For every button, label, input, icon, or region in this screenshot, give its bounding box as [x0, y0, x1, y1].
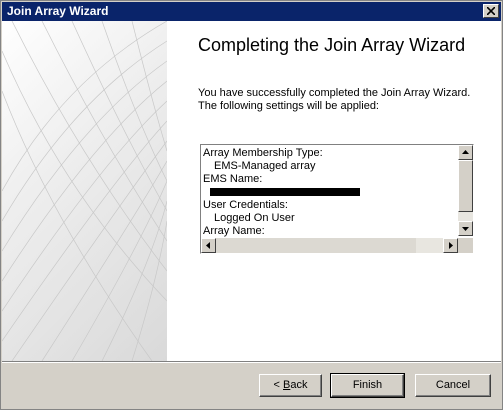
- finish-button-label: Finish: [352, 379, 383, 391]
- back-button[interactable]: < Back: [259, 374, 322, 397]
- credentials-label: User Credentials:: [203, 199, 288, 211]
- scroll-up-button[interactable]: [458, 145, 473, 160]
- ems-label: EMS Name:: [203, 173, 263, 185]
- array-name-label: Array Name:: [203, 225, 265, 237]
- arrow-right-icon: [449, 242, 453, 249]
- arrow-up-icon: [462, 150, 469, 154]
- wizard-window: Join Array Wizard Completing the Join Ar…: [0, 0, 503, 410]
- close-button[interactable]: [483, 4, 499, 18]
- horizontal-scrollbar[interactable]: [201, 238, 458, 253]
- intro-text: You have successfully completed the Join…: [198, 87, 471, 112]
- ems-value-redacted: [210, 188, 360, 197]
- button-bar-divider: [2, 361, 501, 363]
- page-title: Completing the Join Array Wizard: [198, 35, 466, 55]
- title-bar[interactable]: Join Array Wizard: [2, 2, 501, 21]
- membership-value: EMS-Managed array: [214, 160, 316, 172]
- credentials-value: Logged On User: [214, 212, 295, 224]
- wizard-content: Completing the Join Array Wizard You hav…: [2, 21, 501, 361]
- back-button-prefix: <: [273, 379, 283, 391]
- vertical-scroll-thumb[interactable]: [458, 160, 473, 212]
- back-button-label: ack: [290, 379, 308, 391]
- settings-summary-text: Array Membership Type: EMS-Managed array…: [203, 147, 455, 237]
- vertical-scrollbar[interactable]: [458, 145, 473, 236]
- cancel-button-label: Cancel: [435, 379, 471, 391]
- scroll-corner: [458, 238, 473, 253]
- arrow-left-icon: [206, 242, 210, 249]
- scroll-down-button[interactable]: [458, 221, 473, 236]
- horizontal-scroll-thumb[interactable]: [216, 238, 416, 253]
- scroll-right-button[interactable]: [443, 238, 458, 253]
- window-title: Join Array Wizard: [7, 4, 109, 18]
- arrow-down-icon: [462, 227, 469, 231]
- cancel-button[interactable]: Cancel: [415, 374, 491, 397]
- membership-label: Array Membership Type:: [203, 147, 323, 159]
- finish-button[interactable]: Finish: [330, 373, 405, 398]
- scroll-left-button[interactable]: [201, 238, 216, 253]
- settings-summary-box[interactable]: Array Membership Type: EMS-Managed array…: [200, 144, 474, 254]
- wizard-side-graphic: [2, 21, 167, 361]
- close-icon: [487, 7, 495, 15]
